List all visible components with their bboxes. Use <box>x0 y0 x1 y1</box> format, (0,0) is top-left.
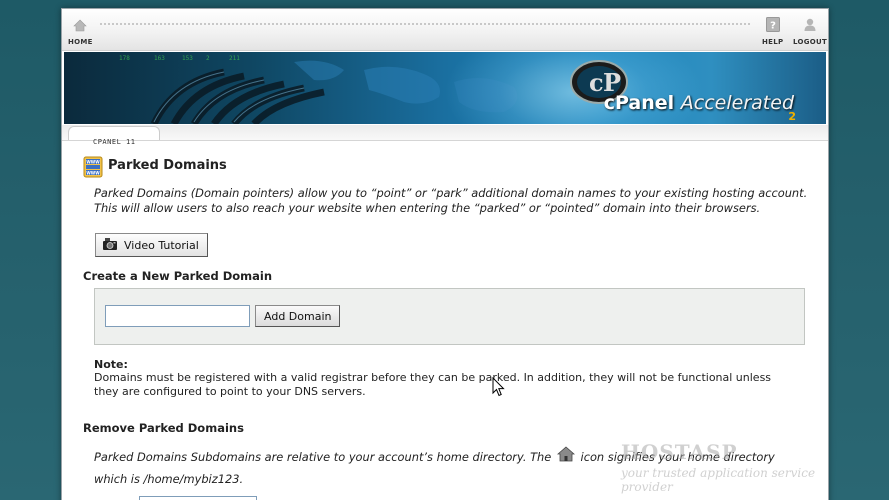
add-domain-button[interactable]: Add Domain <box>255 305 341 327</box>
page-description: Parked Domains (Domain pointers) allow y… <box>94 186 814 216</box>
svg-text:c: c <box>589 68 604 97</box>
user-icon <box>793 17 827 36</box>
home-directory-icon <box>556 446 575 469</box>
cpanel-banner: 178 163 153 2 211 c P cPanel Accelerated 2 <box>64 52 826 124</box>
svg-text:WWW: WWW <box>86 159 100 164</box>
cpanel-window: HOME ? HELP LOGOUT 178 163 153 2 211 c P… <box>61 8 829 500</box>
svg-text:178: 178 <box>119 55 130 62</box>
remove-desc-before: Parked Domains Subdomains are relative t… <box>94 450 552 464</box>
svg-text:WWW: WWW <box>86 170 100 175</box>
svg-text:2: 2 <box>206 55 210 62</box>
version-label: CPANEL 11 <box>93 138 136 146</box>
partial-control[interactable] <box>139 496 257 500</box>
banner-version-sub: 2 <box>788 110 796 123</box>
description-line-2: This will allow users to also reach your… <box>94 201 761 215</box>
watermark-brand: HOSTASP <box>621 440 738 464</box>
page-title: Parked Domains <box>108 158 227 173</box>
mouse-cursor-icon <box>492 376 505 401</box>
domain-input[interactable] <box>105 305 250 327</box>
note-heading: Note: <box>94 358 128 371</box>
banner-product: Accelerated <box>680 92 794 114</box>
home-nav[interactable]: HOME <box>68 17 93 46</box>
nav-divider <box>100 23 750 25</box>
home-icon <box>68 17 93 36</box>
logout-label: LOGOUT <box>793 38 828 46</box>
www-icon: WWW WWW <box>83 156 103 182</box>
banner-brand: cPanel <box>603 92 675 114</box>
description-line-1: Parked Domains (Domain pointers) allow y… <box>94 186 808 200</box>
home-label: HOME <box>68 38 93 46</box>
svg-text:153: 153 <box>182 55 193 62</box>
note-line-2: they are configured to point to your DNS… <box>94 384 366 398</box>
video-tutorial-button[interactable]: Video Tutorial <box>95 233 208 257</box>
watermark-tagline: your trusted application service provide… <box>621 466 816 494</box>
top-navigation: HOME ? HELP LOGOUT <box>62 9 828 51</box>
version-bar: CPANEL 11 <box>62 125 828 146</box>
camera-icon <box>102 237 118 254</box>
svg-text:211: 211 <box>229 55 240 62</box>
create-section-heading: Create a New Parked Domain <box>83 269 273 283</box>
remove-section-heading: Remove Parked Domains <box>83 421 244 435</box>
help-label: HELP <box>762 38 784 46</box>
hostasp-watermark: HOSTASP your trusted application service… <box>621 440 828 494</box>
logout-nav[interactable]: LOGOUT <box>793 17 827 46</box>
video-tutorial-label: Video Tutorial <box>124 238 199 252</box>
svg-text:?: ? <box>770 21 776 32</box>
help-icon: ? <box>762 17 783 36</box>
add-domain-box: Add Domain <box>94 288 805 345</box>
note-line-1: Domains must be registered with a valid … <box>94 371 772 384</box>
version-tab: CPANEL 11 <box>68 126 161 146</box>
help-nav[interactable]: ? HELP <box>762 17 783 46</box>
banner-title: cPanel Accelerated <box>604 92 794 114</box>
note-text: Domains must be registered with a valid … <box>94 371 814 398</box>
svg-text:163: 163 <box>154 55 165 62</box>
